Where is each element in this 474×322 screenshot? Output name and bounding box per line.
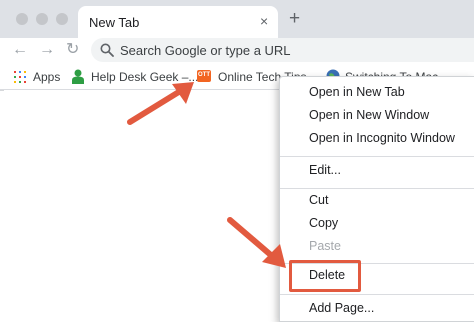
annotation-arrow-icon (227, 217, 286, 268)
new-tab-button[interactable]: + (289, 9, 300, 28)
menu-item-copy[interactable]: Copy (280, 214, 474, 234)
title-bar: New Tab × + (0, 0, 474, 38)
annotation-arrow-icon (127, 82, 194, 125)
close-window-button[interactable] (16, 13, 28, 25)
apps-grid-icon (14, 71, 26, 83)
reload-button[interactable]: ↻ (66, 40, 79, 60)
menu-separator (280, 188, 474, 189)
back-button[interactable]: ← (12, 40, 28, 60)
bookmark-apps[interactable]: Apps (14, 68, 64, 86)
menu-item-open-incognito[interactable]: Open in Incognito Window (280, 129, 474, 149)
tab-title: New Tab (89, 15, 140, 30)
omnibox-placeholder: Search Google or type a URL (120, 43, 291, 58)
close-tab-icon[interactable]: × (260, 13, 268, 29)
menu-item-open-new-tab[interactable]: Open in New Tab (280, 83, 474, 103)
zoom-window-button[interactable] (56, 13, 68, 25)
menu-separator (280, 294, 474, 295)
person-icon (72, 69, 84, 84)
menu-item-paste: Paste (309, 239, 341, 253)
menu-separator (280, 156, 474, 157)
menu-item-add-page[interactable]: Add Page... (280, 299, 474, 319)
menu-item-edit[interactable]: Edit... (280, 161, 474, 181)
search-icon (100, 43, 114, 57)
forward-button[interactable]: → (39, 40, 55, 60)
bookmark-label: Apps (33, 70, 61, 84)
omnibox[interactable]: Search Google or type a URL (91, 38, 474, 62)
minimize-window-button[interactable] (36, 13, 48, 25)
tab-new-tab[interactable]: New Tab × (78, 6, 278, 38)
bookmark-context-menu: Open in New Tab Open in New Window Open … (279, 76, 474, 322)
menu-item-open-new-window[interactable]: Open in New Window (280, 106, 474, 126)
delete-highlight-box (289, 260, 361, 292)
menu-item-cut[interactable]: Cut (280, 191, 474, 211)
